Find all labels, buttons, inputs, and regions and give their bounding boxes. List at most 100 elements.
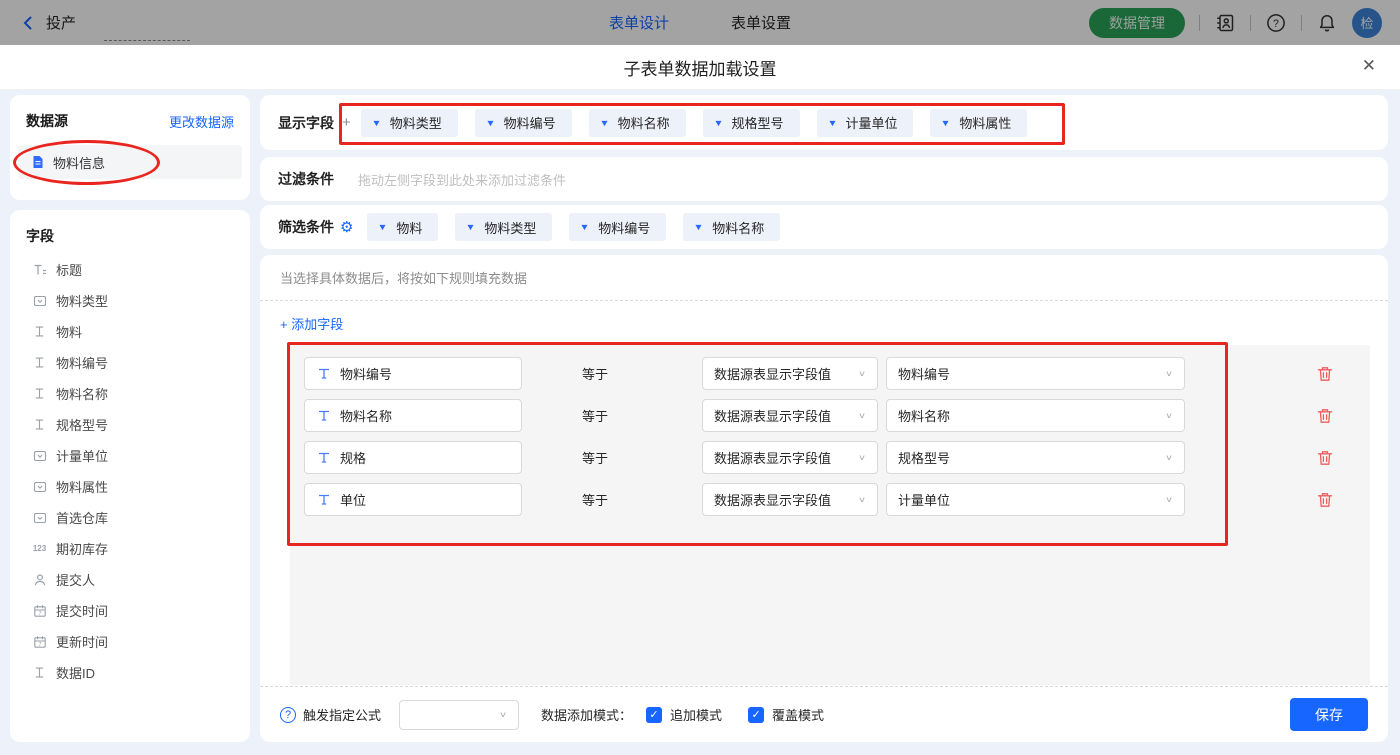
field-tag[interactable]: ▼ 规格型号 <box>703 109 800 137</box>
rule-row: 物料编号等于数据源表显示字段值∨物料编号∨ <box>304 357 1356 390</box>
value-type-select[interactable]: 数据源表显示字段值∨ <box>702 357 878 390</box>
add-display-field-icon[interactable]: + <box>342 114 351 131</box>
field-list-item[interactable]: 提交人 <box>10 564 250 595</box>
target-field-label: 物料名称 <box>340 406 392 425</box>
caret-down-icon[interactable]: ▼ <box>371 118 381 128</box>
field-tag[interactable]: ▼ 物料属性 <box>930 109 1027 137</box>
text-field-icon <box>316 408 331 423</box>
mode-checkbox[interactable]: ✓ 追加模式 <box>646 705 722 724</box>
formula-select[interactable]: ∨ <box>399 700 519 730</box>
display-fields-row: 显示字段 + ▼物料类型▼物料编号▼物料名称▼规格型号▼计量单位▼物料属性 <box>260 95 1388 150</box>
caret-down-icon[interactable]: ▼ <box>713 118 723 128</box>
date-field-icon: 7 <box>32 634 47 649</box>
rules-footer: ? 触发指定公式 ∨ 数据添加模式： ✓追加模式✓覆盖模式 保存 <box>260 686 1388 742</box>
source-field-select[interactable]: 计量单位∨ <box>886 483 1185 516</box>
filter-dropzone-placeholder[interactable]: 拖动左侧字段到此处来添加过滤条件 <box>358 170 566 189</box>
field-tag[interactable]: ▼物料名称 <box>589 109 686 137</box>
source-field-select[interactable]: 物料编号∨ <box>886 357 1185 390</box>
tag-label: 物料属性 <box>959 113 1011 132</box>
field-item-label: 物料属性 <box>56 477 108 496</box>
subform-data-load-modal: 子表单数据加载设置 ✕ 数据源 更改数据源 物料信息 字段 标题物料类型物料物料… <box>0 45 1400 755</box>
text-field-icon <box>316 450 331 465</box>
delete-rule-icon[interactable] <box>1316 407 1334 425</box>
formula-help-icon[interactable]: ? <box>280 707 296 723</box>
delete-rule-icon[interactable] <box>1316 365 1334 383</box>
field-list-item[interactable]: 物料编号 <box>10 347 250 378</box>
caret-down-icon[interactable]: ▼ <box>941 118 951 128</box>
chevron-down-icon: ∨ <box>1165 411 1173 420</box>
caret-down-icon[interactable]: ▼ <box>378 222 388 232</box>
field-tag[interactable]: ▼物料类型 <box>361 109 458 137</box>
field-list-item[interactable]: 计量单位 <box>10 440 250 471</box>
value-type-select[interactable]: 数据源表显示字段值∨ <box>702 483 878 516</box>
mode-checkbox[interactable]: ✓ 覆盖模式 <box>748 705 824 724</box>
target-field-box[interactable]: 单位 <box>304 483 522 516</box>
save-button[interactable]: 保存 <box>1290 698 1368 731</box>
field-list-item[interactable]: 物料 <box>10 316 250 347</box>
text-field-icon <box>32 665 47 680</box>
caret-down-icon[interactable]: ▼ <box>599 118 609 128</box>
field-list-item[interactable]: 物料名称 <box>10 378 250 409</box>
caret-down-icon[interactable]: ▼ <box>485 118 495 128</box>
checkbox-checked-icon[interactable]: ✓ <box>748 707 764 723</box>
field-list-item[interactable]: 物料属性 <box>10 471 250 502</box>
value-type-select-value: 数据源表显示字段值 <box>714 364 831 383</box>
caret-down-icon[interactable]: ▼ <box>580 222 590 232</box>
field-item-label: 标题 <box>56 260 82 279</box>
tag-label: 规格型号 <box>732 113 784 132</box>
checkbox-label: 覆盖模式 <box>772 705 824 724</box>
target-field-box[interactable]: 物料编号 <box>304 357 522 390</box>
field-list-item[interactable]: 规格型号 <box>10 409 250 440</box>
equals-label: 等于 <box>582 406 702 425</box>
field-tag[interactable]: ▼物料编号 <box>475 109 572 137</box>
field-tag[interactable]: ▼ 计量单位 <box>817 109 914 137</box>
modal-dim-overlay <box>0 0 1400 45</box>
user-field-icon <box>32 572 47 587</box>
svg-text:7: 7 <box>38 642 41 648</box>
field-list-item[interactable]: 标题 <box>10 254 250 285</box>
gear-icon[interactable]: ⚙ <box>340 220 353 235</box>
screening-conditions-row: 筛选条件 ⚙ ▼物料 ▼物料类型 ▼物料编号 ▼物料名称 <box>260 205 1388 249</box>
change-datasource-link[interactable]: 更改数据源 <box>169 112 234 131</box>
field-list-item[interactable]: 数据ID <box>10 657 250 688</box>
target-field-box[interactable]: 物料名称 <box>304 399 522 432</box>
checkbox-label: 追加模式 <box>670 705 722 724</box>
field-list-item[interactable]: 123期初库存 <box>10 533 250 564</box>
field-tag[interactable]: ▼物料 <box>367 213 438 241</box>
caret-down-icon[interactable]: ▼ <box>694 222 704 232</box>
field-item-label: 物料 <box>56 322 82 341</box>
field-list-item[interactable]: 首选仓库 <box>10 502 250 533</box>
close-icon[interactable]: ✕ <box>1362 57 1376 74</box>
delete-rule-icon[interactable] <box>1316 491 1334 509</box>
value-type-select[interactable]: 数据源表显示字段值∨ <box>702 441 878 474</box>
field-list-item[interactable]: 7 更新时间 <box>10 626 250 657</box>
datasource-selected-item[interactable]: 物料信息 <box>18 145 242 179</box>
datasource-panel: 数据源 更改数据源 物料信息 <box>10 95 250 200</box>
rule-row: 物料名称 等于数据源表显示字段值∨ 物料名称 ∨ <box>304 399 1356 432</box>
caret-down-icon[interactable]: ▼ <box>827 118 837 128</box>
field-list-item[interactable]: 物料类型 <box>10 285 250 316</box>
tag-label: 计量单位 <box>845 113 897 132</box>
field-tag[interactable]: ▼物料编号 <box>569 213 666 241</box>
field-tag[interactable]: ▼物料类型 <box>455 213 552 241</box>
chevron-down-icon: ∨ <box>1165 369 1173 378</box>
source-field-select[interactable]: 规格型号∨ <box>886 441 1185 474</box>
source-field-select-value: 规格型号 <box>898 448 950 467</box>
value-type-select[interactable]: 数据源表显示字段值∨ <box>702 399 878 432</box>
target-field-label: 规格 <box>340 448 366 467</box>
source-field-select[interactable]: 物料名称 ∨ <box>886 399 1185 432</box>
value-type-select-value: 数据源表显示字段值 <box>714 406 831 425</box>
value-type-select-value: 数据源表显示字段值 <box>714 448 831 467</box>
source-field-select-value: 物料名称 <box>898 406 950 425</box>
field-tag[interactable]: ▼物料名称 <box>683 213 780 241</box>
screening-label: 筛选条件 <box>278 217 334 237</box>
delete-rule-icon[interactable] <box>1316 449 1334 467</box>
target-field-box[interactable]: 规格 <box>304 441 522 474</box>
field-list-item[interactable]: 7提交时间 <box>10 595 250 626</box>
caret-down-icon[interactable]: ▼ <box>466 222 476 232</box>
field-list: 标题物料类型物料物料编号物料名称规格型号计量单位物料属性首选仓库123期初库存提… <box>10 254 250 688</box>
checkbox-checked-icon[interactable]: ✓ <box>646 707 662 723</box>
field-item-label: 规格型号 <box>56 415 108 434</box>
field-item-label: 更新时间 <box>56 632 108 651</box>
add-field-link[interactable]: + 添加字段 <box>280 314 343 333</box>
